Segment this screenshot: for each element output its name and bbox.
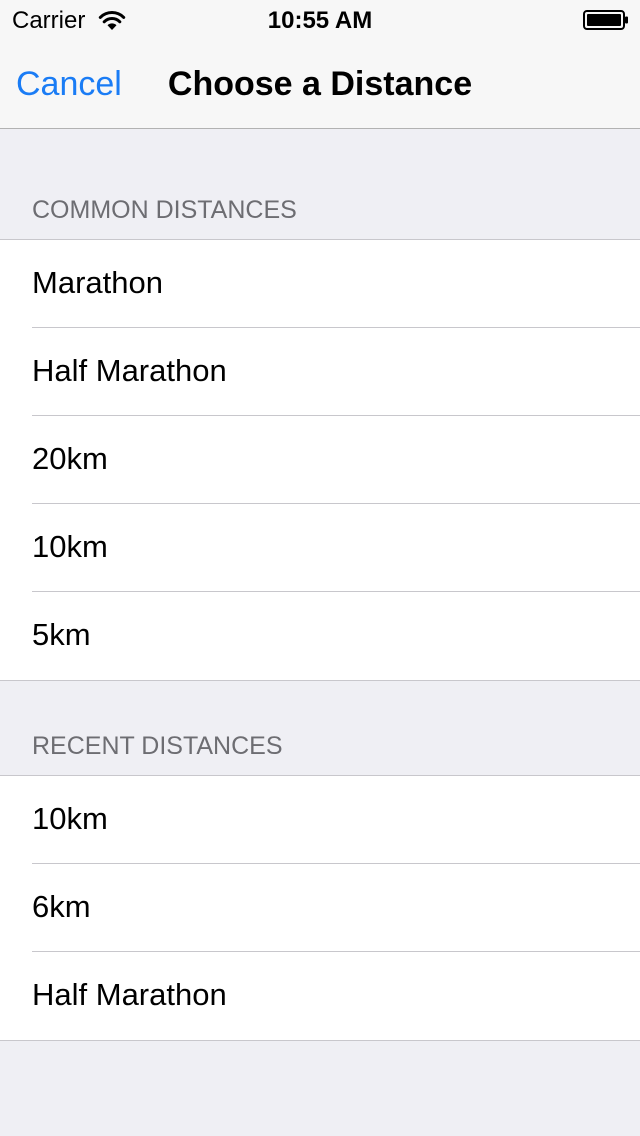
list-item[interactable]: 5km bbox=[0, 592, 640, 680]
navigation-bar: Choose a Distance Cancel bbox=[0, 40, 640, 129]
list-item-label: Half Marathon bbox=[32, 353, 227, 388]
list-item-label: 6km bbox=[32, 889, 91, 924]
list-item[interactable]: Half Marathon bbox=[0, 952, 640, 1040]
list-item-label: Marathon bbox=[32, 265, 163, 300]
list-item[interactable]: 20km bbox=[0, 416, 640, 504]
section-header-common: COMMON DISTANCES bbox=[32, 196, 297, 224]
recent-distances-list: 10km 6km Half Marathon bbox=[0, 775, 640, 1041]
list-item[interactable]: 10km bbox=[0, 504, 640, 592]
cancel-button[interactable]: Cancel bbox=[16, 64, 122, 104]
list-item-label: 10km bbox=[32, 801, 108, 836]
status-time: 10:55 AM bbox=[267, 7, 373, 34]
battery-full-icon bbox=[583, 10, 628, 30]
list-item-label: 5km bbox=[32, 617, 91, 652]
list-item[interactable]: Half Marathon bbox=[0, 328, 640, 416]
status-bar: Carrier 10:55 AM bbox=[0, 0, 640, 40]
common-distances-list: Marathon Half Marathon 20km 10km 5km bbox=[0, 239, 640, 681]
list-item-label: Half Marathon bbox=[32, 977, 227, 1012]
section-header-recent: RECENT DISTANCES bbox=[32, 732, 283, 760]
list-item-label: 20km bbox=[32, 441, 108, 476]
list-item[interactable]: 6km bbox=[0, 864, 640, 952]
list-item[interactable]: Marathon bbox=[0, 240, 640, 328]
list-item[interactable]: 10km bbox=[0, 776, 640, 864]
list-item-label: 10km bbox=[32, 529, 108, 564]
